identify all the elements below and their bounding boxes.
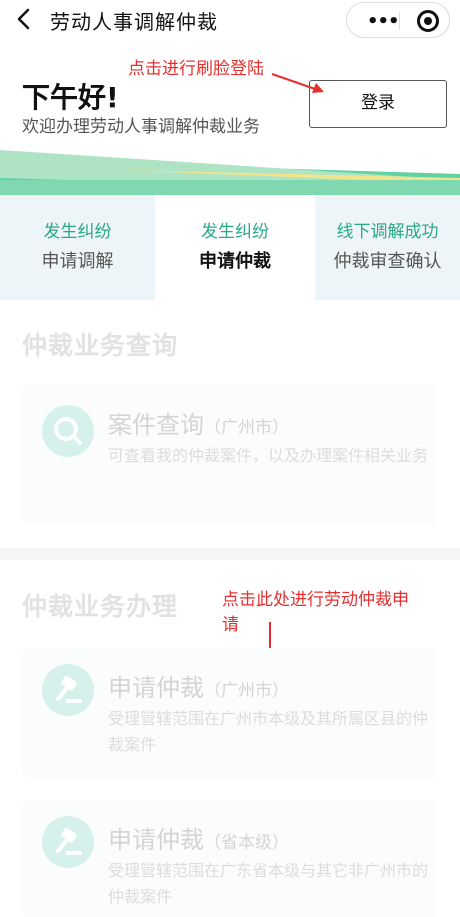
welcome-subtitle: 欢迎办理劳动人事调解仲裁业务 (22, 117, 260, 137)
header-wave (0, 150, 460, 195)
login-button[interactable]: 登录 (309, 80, 447, 128)
card-description: 受理管辖范围在广州市本级及其所属区县的仲裁案件 (108, 709, 429, 754)
card-title-text: 申请仲裁 (108, 674, 204, 702)
search-icon (42, 405, 94, 457)
menu-capsule: ••• (346, 2, 450, 38)
tab-line1: 发生纠纷 (43, 222, 112, 242)
case-query-card[interactable]: 案件查询（广州市） 可查看我的仲裁案件，以及办理案件相关业务 (22, 385, 438, 525)
annotation-apply-line2: 请 (222, 615, 239, 635)
card-title: 案件查询（广州市） (108, 405, 289, 440)
tab-mediation[interactable]: 发生纠纷 申请调解 (0, 195, 155, 300)
annotation-apply-line1: 点击此处进行劳动仲裁申 (222, 590, 409, 610)
tab-arbitration[interactable]: 发生纠纷 申请仲裁 (155, 195, 315, 300)
annotation-face-login: 点击进行刷脸登陆 (128, 59, 264, 79)
card-description: 可查看我的仲裁案件，以及办理案件相关业务 (108, 446, 429, 465)
card-scope: （省本级） (204, 833, 289, 853)
nav-bar: 劳动人事调解仲裁 ••• (0, 0, 460, 40)
apply-arbitration-province-card[interactable]: 申请仲裁（省本级） 受理管辖范围在广东省本级与其它非广州市的仲裁案件 (22, 800, 438, 917)
section-separator (0, 548, 460, 560)
card-description: 受理管辖范围在广东省本级与其它非广州市的仲裁案件 (108, 861, 429, 906)
greeting: 下午好! (22, 81, 119, 114)
back-arrow-icon[interactable] (10, 4, 40, 34)
card-title: 申请仲裁（广州市） (108, 668, 289, 703)
card-title: 申请仲裁（省本级） (108, 820, 289, 855)
tab-review-confirm[interactable]: 线下调解成功 仲裁审查确认 (315, 195, 460, 300)
card-title-text: 案件查询 (108, 411, 204, 439)
gavel-icon (42, 664, 94, 716)
section-title-query: 仲裁业务查询 (22, 331, 179, 360)
apply-arbitration-guangzhou-card[interactable]: 申请仲裁（广州市） 受理管辖范围在广州市本级及其所属区县的仲裁案件 (22, 648, 438, 778)
tab-line2: 仲裁审查确认 (333, 251, 442, 272)
tab-line2: 申请仲裁 (199, 251, 271, 272)
more-dots-icon[interactable]: ••• (367, 11, 400, 32)
tab-line2: 申请调解 (41, 251, 114, 272)
section-title-handle: 仲裁业务办理 (22, 592, 179, 621)
tab-line1: 线下调解成功 (336, 222, 439, 242)
page: 劳动人事调解仲裁 ••• 下午好! 欢迎办理劳动人事调解仲裁业务 登录 点击进行… (0, 0, 460, 917)
capsule-divider (399, 12, 400, 30)
gavel-icon (42, 816, 94, 868)
card-scope: （广州市） (204, 681, 289, 701)
annotation-arrow-icon (271, 73, 324, 93)
close-target-icon[interactable] (417, 10, 439, 32)
tab-line1: 发生纠纷 (201, 222, 269, 242)
card-title-text: 申请仲裁 (108, 826, 204, 854)
process-tabs: 发生纠纷 申请调解 发生纠纷 申请仲裁 线下调解成功 仲裁审查确认 (0, 195, 460, 300)
nav-title: 劳动人事调解仲裁 (50, 10, 218, 34)
card-scope: （广州市） (204, 418, 289, 438)
